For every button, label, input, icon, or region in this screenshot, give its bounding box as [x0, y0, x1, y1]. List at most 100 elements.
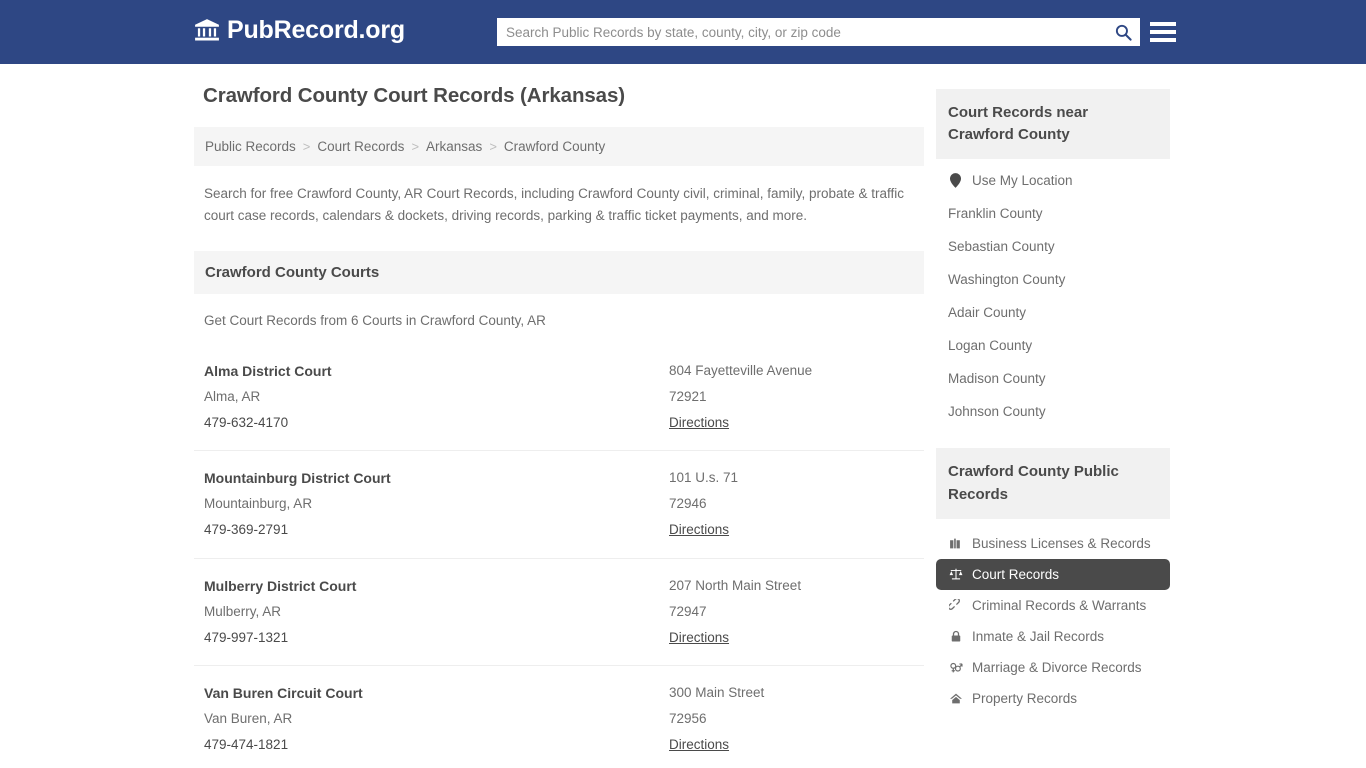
court-name: Mulberry District Court	[204, 573, 669, 599]
page-intro-text: Search for free Crawford County, AR Cour…	[204, 183, 914, 227]
map-pin-icon	[948, 173, 963, 188]
site-header: PubRecord.org	[0, 0, 1366, 64]
sidebar-item-logan-county[interactable]: Logan County	[936, 329, 1170, 362]
breadcrumb-separator-icon: >	[489, 139, 497, 154]
courts-list: Alma District Court Alma, AR 479-632-417…	[194, 344, 924, 768]
hamburger-menu-icon	[1150, 38, 1176, 42]
court-address: 804 Fayetteville Avenue	[669, 358, 914, 384]
site-logo-text: PubRecord.org	[227, 18, 405, 43]
directions-link[interactable]: Directions	[669, 625, 729, 651]
directions-link[interactable]: Directions	[669, 517, 729, 543]
court-zip: 72947	[669, 599, 914, 625]
court-phone: 479-369-2791	[204, 517, 669, 543]
sidebar-item-label: Inmate & Jail Records	[972, 629, 1104, 644]
courts-section-heading: Crawford County Courts	[194, 251, 924, 294]
court-info-left: Alma District Court Alma, AR 479-632-417…	[204, 358, 669, 436]
court-name: Van Buren Circuit Court	[204, 680, 669, 706]
breadcrumb-item-arkansas[interactable]: Arkansas	[426, 139, 482, 154]
sidebar-item-label: Use My Location	[972, 173, 1073, 188]
courts-section-subheading: Get Court Records from 6 Courts in Crawf…	[204, 313, 914, 328]
court-city-state: Van Buren, AR	[204, 706, 669, 732]
sidebar-item-court-records[interactable]: Court Records	[936, 559, 1170, 590]
lock-icon	[948, 629, 963, 644]
page-root: PubRecord.org Crawford County Court Reco…	[0, 0, 1366, 768]
house-icon	[948, 691, 963, 706]
court-zip: 72956	[669, 706, 914, 732]
site-logo-link[interactable]: PubRecord.org	[194, 17, 405, 43]
court-info-left: Van Buren Circuit Court Van Buren, AR 47…	[204, 680, 669, 758]
court-phone: 479-474-1821	[204, 732, 669, 758]
breadcrumb: Public Records > Court Records > Arkansa…	[194, 127, 924, 166]
main-column: Crawford County Court Records (Arkansas)…	[194, 84, 924, 768]
scales-of-justice-icon	[948, 567, 963, 582]
court-city-state: Mountainburg, AR	[204, 491, 669, 517]
hamburger-menu-icon	[1150, 30, 1176, 34]
sidebar-item-use-my-location[interactable]: Use My Location	[936, 159, 1170, 197]
sidebar-item-label: Business Licenses & Records	[972, 536, 1151, 551]
breadcrumb-separator-icon: >	[303, 139, 311, 154]
sidebar-item-marriage-divorce-records[interactable]: Marriage & Divorce Records	[936, 652, 1170, 683]
court-phone: 479-632-4170	[204, 410, 669, 436]
sidebar-nearby-list: Use My Location Franklin County Sebastia…	[936, 159, 1170, 428]
sidebar-item-label: Johnson County	[948, 404, 1046, 419]
bank-building-icon	[194, 17, 220, 43]
court-name: Alma District Court	[204, 358, 669, 384]
sidebar-spacer	[936, 428, 1170, 448]
sidebar-public-records-heading: Crawford County Public Records	[936, 448, 1170, 518]
content-wrapper: Crawford County Court Records (Arkansas)…	[194, 64, 1170, 768]
search-icon	[1114, 23, 1133, 42]
search-bar	[497, 18, 1140, 46]
sidebar-item-label: Franklin County	[948, 206, 1043, 221]
court-phone: 479-997-1321	[204, 625, 669, 651]
gender-symbols-icon	[948, 660, 963, 675]
search-button[interactable]	[1106, 18, 1140, 46]
sidebar-item-adair-county[interactable]: Adair County	[936, 296, 1170, 329]
sidebar-item-sebastian-county[interactable]: Sebastian County	[936, 230, 1170, 263]
sidebar-item-business-licenses[interactable]: Business Licenses & Records	[936, 528, 1170, 559]
sidebar-item-label: Sebastian County	[948, 239, 1055, 254]
sidebar-item-franklin-county[interactable]: Franklin County	[936, 197, 1170, 230]
breadcrumb-separator-icon: >	[411, 139, 419, 154]
directions-link[interactable]: Directions	[669, 732, 729, 758]
search-input[interactable]	[497, 19, 1106, 45]
sidebar-item-washington-county[interactable]: Washington County	[936, 263, 1170, 296]
table-row: Mountainburg District Court Mountainburg…	[194, 450, 924, 557]
breadcrumb-item-crawford-county[interactable]: Crawford County	[504, 139, 605, 154]
table-row: Mulberry District Court Mulberry, AR 479…	[194, 558, 924, 665]
table-row: Alma District Court Alma, AR 479-632-417…	[194, 344, 924, 450]
briefcase-icon	[948, 536, 963, 551]
sidebar-nearby-heading: Court Records near Crawford County	[936, 89, 1170, 159]
handcuffs-icon	[948, 598, 963, 613]
court-info-right: 101 U.s. 71 72946 Directions	[669, 465, 914, 543]
court-info-left: Mountainburg District Court Mountainburg…	[204, 465, 669, 543]
court-zip: 72921	[669, 384, 914, 410]
sidebar-public-records-list: Business Licenses & Records Court Record…	[936, 528, 1170, 714]
sidebar-item-inmate-jail-records[interactable]: Inmate & Jail Records	[936, 621, 1170, 652]
court-info-right: 300 Main Street 72956 Directions	[669, 680, 914, 758]
sidebar-item-johnson-county[interactable]: Johnson County	[936, 395, 1170, 428]
court-address: 101 U.s. 71	[669, 465, 914, 491]
court-address: 207 North Main Street	[669, 573, 914, 599]
breadcrumb-item-court-records[interactable]: Court Records	[317, 139, 404, 154]
breadcrumb-item-public-records[interactable]: Public Records	[205, 139, 296, 154]
directions-link[interactable]: Directions	[669, 410, 729, 436]
court-info-left: Mulberry District Court Mulberry, AR 479…	[204, 573, 669, 651]
court-zip: 72946	[669, 491, 914, 517]
sidebar: Court Records near Crawford County Use M…	[936, 84, 1170, 714]
sidebar-item-criminal-records[interactable]: Criminal Records & Warrants	[936, 590, 1170, 621]
sidebar-item-label: Court Records	[972, 567, 1059, 582]
sidebar-item-label: Criminal Records & Warrants	[972, 598, 1146, 613]
table-row: Van Buren Circuit Court Van Buren, AR 47…	[194, 665, 924, 768]
sidebar-item-label: Logan County	[948, 338, 1032, 353]
hamburger-menu-button[interactable]	[1150, 18, 1178, 46]
sidebar-item-property-records[interactable]: Property Records	[936, 683, 1170, 714]
sidebar-item-label: Adair County	[948, 305, 1026, 320]
court-address: 300 Main Street	[669, 680, 914, 706]
sidebar-item-madison-county[interactable]: Madison County	[936, 362, 1170, 395]
hamburger-menu-icon	[1150, 22, 1176, 26]
court-city-state: Alma, AR	[204, 384, 669, 410]
page-title: Crawford County Court Records (Arkansas)	[203, 84, 924, 108]
sidebar-item-label: Property Records	[972, 691, 1077, 706]
court-info-right: 804 Fayetteville Avenue 72921 Directions	[669, 358, 914, 436]
court-name: Mountainburg District Court	[204, 465, 669, 491]
